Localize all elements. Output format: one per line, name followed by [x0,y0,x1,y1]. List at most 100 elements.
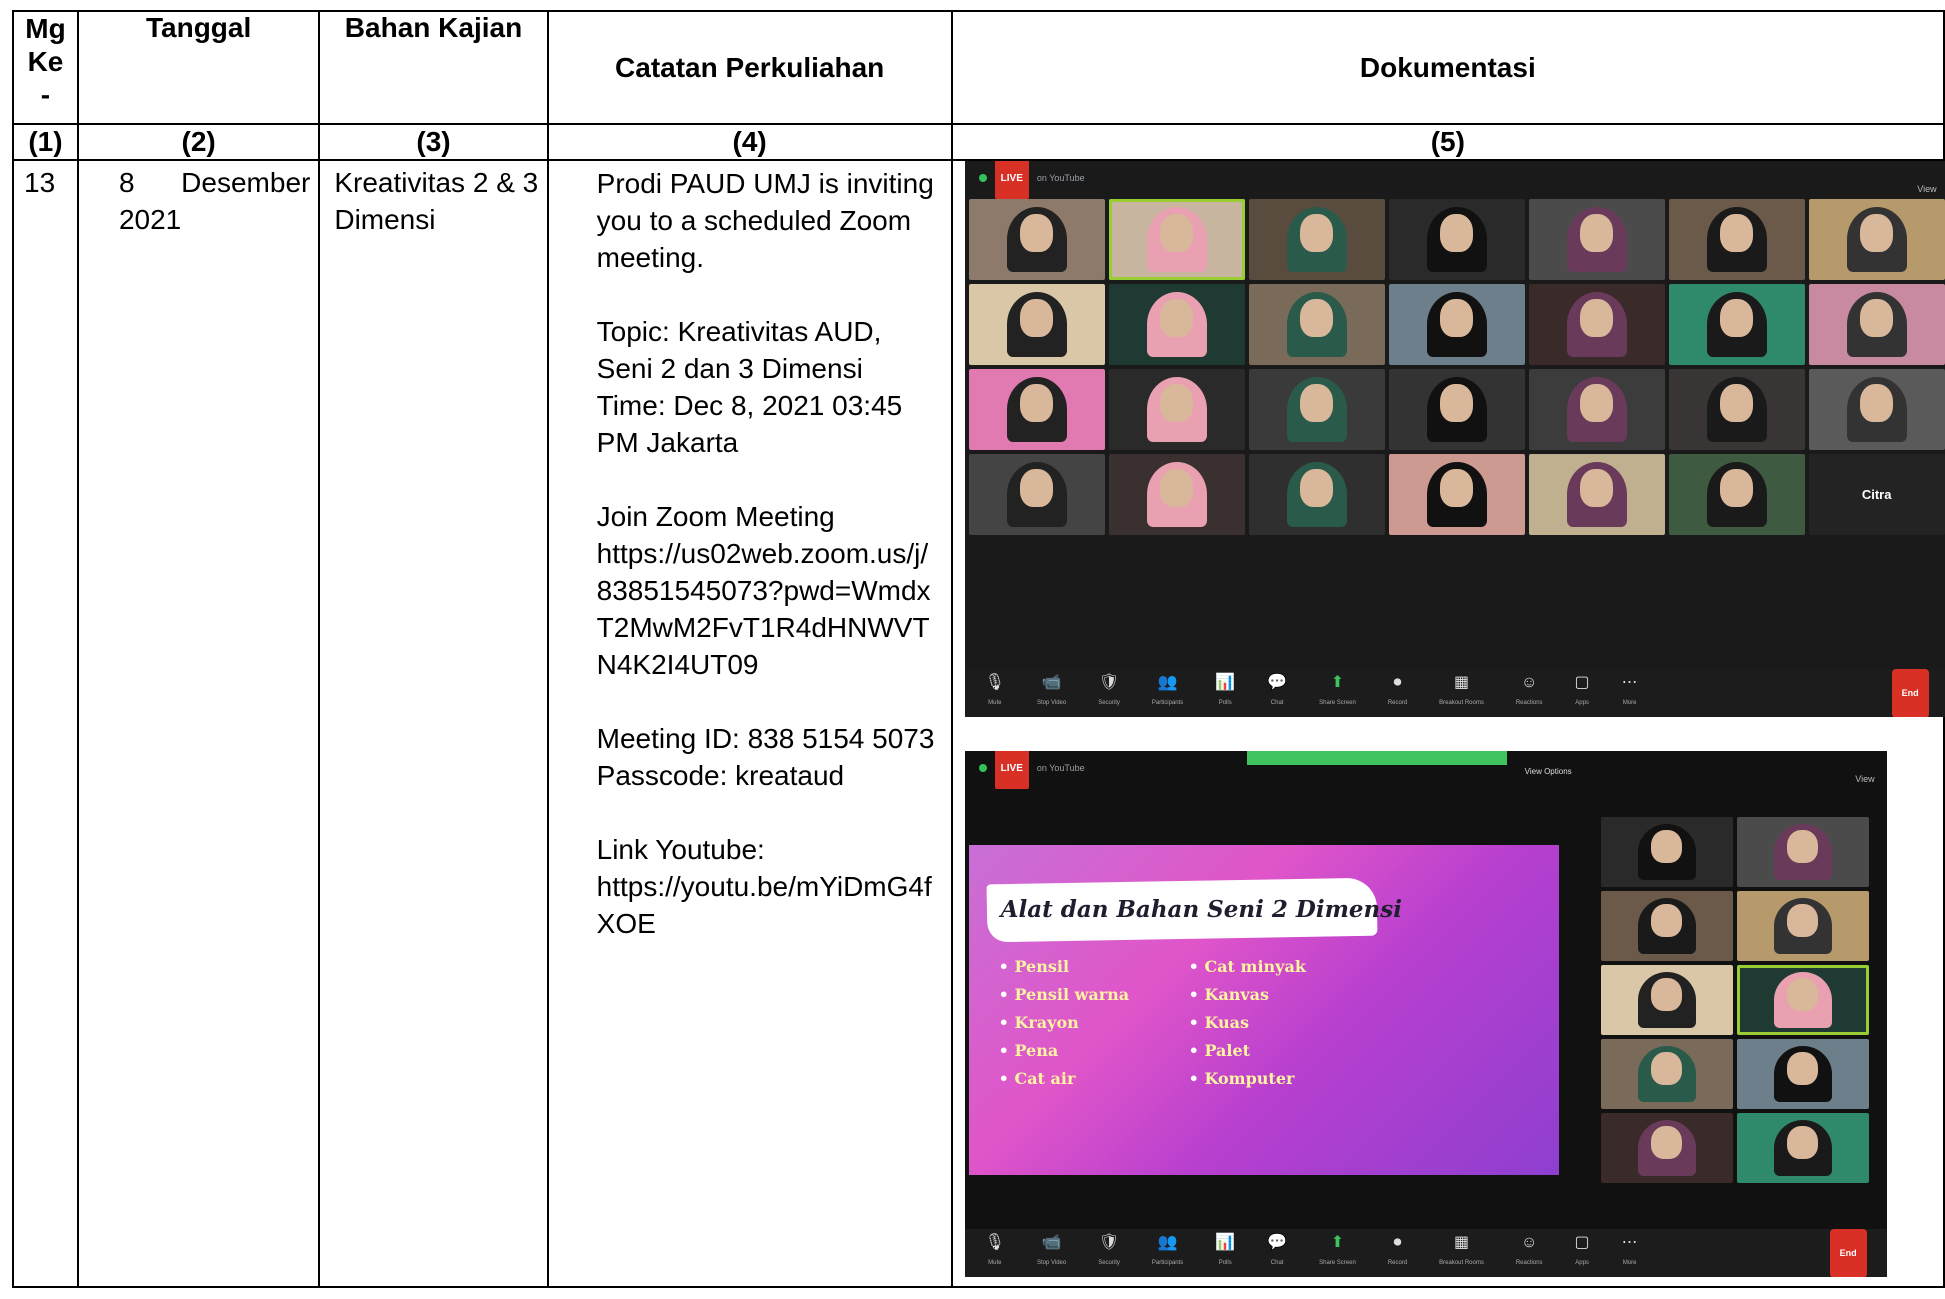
participant-face [1860,298,1893,338]
toolbar-label: Apps [1575,700,1589,706]
participant-video-tile[interactable] [1668,284,1805,365]
participant-face [1650,829,1683,864]
participant-video-tile[interactable] [968,199,1105,280]
toolbar-button[interactable]: 🎙 Mute [985,1235,1005,1271]
participant-video-tile[interactable] [1808,369,1945,450]
participant-face [1860,213,1893,253]
toolbar-icon: ⬆ [1330,674,1345,691]
toolbar-label: More [1622,1260,1637,1266]
participant-face [1020,213,1053,253]
participant-video-tile[interactable] [1248,369,1385,450]
toolbar-button[interactable]: ▢ Apps [1575,1235,1590,1271]
toolbar-button[interactable]: ⏺ Record [1388,1235,1407,1271]
participant-face [1300,468,1333,508]
participant-face [1786,1051,1819,1086]
participant-video-tile[interactable] [968,284,1105,365]
participant-video-tile[interactable] [1668,454,1805,535]
zoom-link[interactable]: https://us02web.zoom.us/j/83851545073?pw… [597,535,937,683]
toolbar-button[interactable]: ▦ Breakout Rooms [1439,675,1484,711]
participant-video-tile[interactable] [1388,199,1525,280]
participant-video-tile[interactable] [1736,891,1869,961]
toolbar-icon: 🛡 [1098,674,1120,691]
participant-video-tile[interactable] [1736,817,1869,887]
slide-title: Alat dan Bahan Seni 2 Dimensi [1000,896,1402,923]
toolbar-button[interactable]: ☺ Reactions [1516,675,1543,711]
participant-video-tile[interactable] [1248,284,1385,365]
toolbar-button[interactable]: ☺ Reactions [1516,1235,1543,1271]
toolbar-button[interactable]: 📊 Polls [1215,1235,1235,1271]
participant-video-tile[interactable] [1388,284,1525,365]
end-button[interactable]: End [1829,1228,1867,1277]
participant-video-tile[interactable] [1808,199,1945,280]
participant-video-tile[interactable] [1388,454,1525,535]
youtube-link[interactable]: https://youtu.be/mYiDmG4fXOE [597,868,937,942]
toolbar-icon: 📹 [1041,1234,1062,1251]
toolbar-button[interactable]: 💬 Chat [1267,1235,1287,1271]
materials-list-left: PensilPensil warnaKrayonPenaCat air [999,953,1130,1093]
toolbar-button[interactable]: 📹 Stop Video [1037,675,1066,711]
toolbar-button[interactable]: 👥 Participants [1152,1235,1183,1271]
header-meeting: Mg Ke - [12,10,79,125]
participant-name-card[interactable]: Citra [1808,454,1945,535]
toolbar-button[interactable]: ▢ Apps [1575,675,1590,711]
toolbar-button[interactable]: ⏺ Record [1388,675,1407,711]
end-button[interactable]: End [1891,668,1929,717]
participant-video-tile[interactable] [1108,369,1245,450]
participant-video-tile[interactable] [1808,284,1945,365]
view-options: View Options [1524,767,1572,776]
toolbar-button[interactable]: 🛡 Security [1098,675,1120,711]
participant-video-tile[interactable] [1108,284,1245,365]
participant-video-tile[interactable] [1388,369,1525,450]
slide-list-item: Komputer [1189,1065,1306,1093]
participant-face [1786,903,1819,938]
slide-list-item: Kuas [1189,1009,1306,1037]
toolbar-icon: 🎙 [984,1234,1005,1251]
toolbar-button[interactable]: 🛡 Security [1098,1235,1120,1271]
toolbar-label: Security [1098,700,1120,706]
participant-video-tile[interactable] [968,369,1105,450]
documentation-cell: LIVE on YouTube View Citra 9. Nurul fajr… [950,159,1945,1288]
toolbar-button[interactable]: ⋯ More [1622,675,1638,711]
participant-video-tile[interactable] [1736,965,1869,1035]
participant-video-tile[interactable] [1108,454,1245,535]
toolbar-button[interactable]: 💬 Chat [1267,675,1287,711]
participant-video-tile[interactable] [1528,284,1665,365]
header-notes: Catatan Perkuliahan [546,10,953,125]
participant-face [1860,383,1893,423]
toolbar-button[interactable]: ⋯ More [1622,1235,1638,1271]
participant-face [1580,213,1613,253]
toolbar-button[interactable]: 📹 Stop Video [1037,1235,1066,1271]
zoom-share-screenshot: LIVE on YouTube View Options View Alat d… [964,751,1887,1277]
participant-video-tile[interactable] [1600,891,1733,961]
slide-list-item: Pena [999,1037,1130,1065]
participant-video-tile[interactable] [1528,369,1665,450]
participant-video-tile[interactable] [1600,1039,1733,1109]
study-topic: Kreativitas 2 & 3 Dimensi [318,159,549,1288]
participant-video-tile[interactable] [1600,1113,1733,1183]
participant-video-tile[interactable] [968,454,1105,535]
participant-video-tile[interactable] [1248,199,1385,280]
participant-video-tile[interactable] [1736,1113,1869,1183]
toolbar-icon: ☺ [1521,674,1538,691]
participant-video-tile[interactable] [1108,199,1245,280]
toolbar-button[interactable]: 👥 Participants [1152,675,1183,711]
participant-video-tile[interactable] [1600,965,1733,1035]
toolbar-button[interactable]: 🎙 Mute [985,675,1005,711]
participant-video-tile[interactable] [1528,199,1665,280]
participant-video-tile[interactable] [1668,199,1805,280]
toolbar-label: Apps [1575,1260,1589,1266]
participant-video-tile[interactable] [1528,454,1665,535]
slide-list-item: Cat air [999,1065,1130,1093]
toolbar-button[interactable]: 📊 Polls [1215,675,1235,711]
toolbar-label: Share Screen [1319,700,1356,706]
participant-video-tile[interactable] [1248,454,1385,535]
toolbar-button[interactable]: ⬆ Share Screen [1319,1235,1356,1271]
col-number-3: (3) [318,123,549,161]
toolbar-button[interactable]: ▦ Breakout Rooms [1439,1235,1484,1271]
toolbar-label: Breakout Rooms [1439,700,1484,706]
participant-video-tile[interactable] [1736,1039,1869,1109]
participant-video-tile[interactable] [1600,817,1733,887]
meeting-number: 13 [12,159,79,1288]
toolbar-button[interactable]: ⬆ Share Screen [1319,675,1356,711]
participant-video-tile[interactable] [1668,369,1805,450]
